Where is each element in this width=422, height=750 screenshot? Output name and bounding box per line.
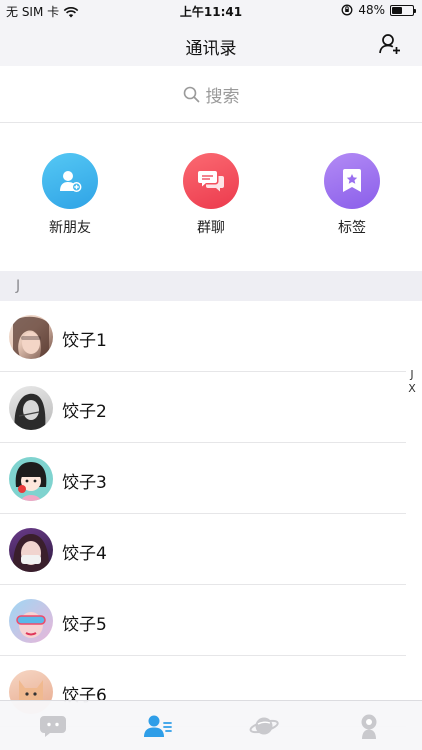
nav-bar: 通讯录 — [0, 22, 422, 66]
page-title: 通讯录 — [185, 39, 237, 59]
planet-icon — [249, 717, 279, 734]
contact-name: 饺子5 — [62, 615, 107, 635]
shortcut-section: 新朋友 群聊 标签 — [0, 124, 422, 270]
group-chat-button[interactable]: 群聊 — [166, 153, 256, 237]
new-friend-icon — [42, 153, 98, 209]
contact-name: 饺子3 — [62, 473, 107, 493]
status-bar: 无 SIM 卡 上午11:41 48% — [0, 0, 422, 22]
battery-percent: 48% — [358, 3, 385, 17]
contact-row[interactable]: 饺子3 — [0, 443, 422, 514]
group-chat-label: 群聊 — [197, 220, 225, 236]
contact-row[interactable]: 饺子5 — [0, 585, 422, 656]
battery-level — [392, 6, 402, 14]
avatar — [9, 599, 53, 643]
tab-contacts[interactable] — [106, 701, 212, 750]
contacts-icon — [144, 715, 173, 737]
chat-bubble-icon — [39, 715, 66, 737]
tab-messages[interactable] — [0, 701, 106, 750]
new-friends-button[interactable]: 新朋友 — [25, 153, 115, 237]
search-bar[interactable]: 搜索 — [0, 66, 422, 123]
section-header: J — [0, 271, 422, 301]
contact-name: 饺子1 — [62, 331, 107, 351]
tab-profile[interactable] — [317, 701, 422, 750]
group-chat-icon — [183, 153, 239, 209]
contact-list: 饺子1 饺子2 饺子3 饺子4 饺子5 饺子6 — [0, 301, 422, 727]
alphabet-index: J X — [406, 368, 418, 396]
avatar — [9, 386, 53, 430]
tab-bar — [0, 700, 422, 750]
contact-row[interactable]: 饺子2 — [0, 372, 422, 443]
tag-icon — [324, 153, 380, 209]
tab-discover[interactable] — [211, 701, 317, 750]
add-contact-button[interactable] — [378, 32, 402, 56]
contact-name: 饺子4 — [62, 544, 107, 564]
avatar — [9, 315, 53, 359]
tags-label: 标签 — [338, 220, 366, 236]
profile-icon — [361, 714, 377, 739]
contact-name: 饺子2 — [62, 402, 107, 422]
contact-row[interactable]: 饺子1 — [0, 301, 422, 372]
avatar — [9, 528, 53, 572]
new-friends-label: 新朋友 — [49, 220, 91, 236]
avatar — [9, 457, 53, 501]
tags-button[interactable]: 标签 — [307, 153, 397, 237]
battery-icon — [390, 4, 416, 16]
index-letter-j[interactable]: J — [406, 368, 418, 382]
status-right: 48% — [341, 3, 416, 17]
contact-row[interactable]: 饺子4 — [0, 514, 422, 585]
orientation-lock-icon — [341, 4, 353, 16]
person-add-icon — [379, 34, 400, 54]
index-letter-x[interactable]: X — [406, 382, 418, 396]
search-icon — [183, 86, 199, 102]
search-placeholder: 搜索 — [205, 86, 240, 107]
